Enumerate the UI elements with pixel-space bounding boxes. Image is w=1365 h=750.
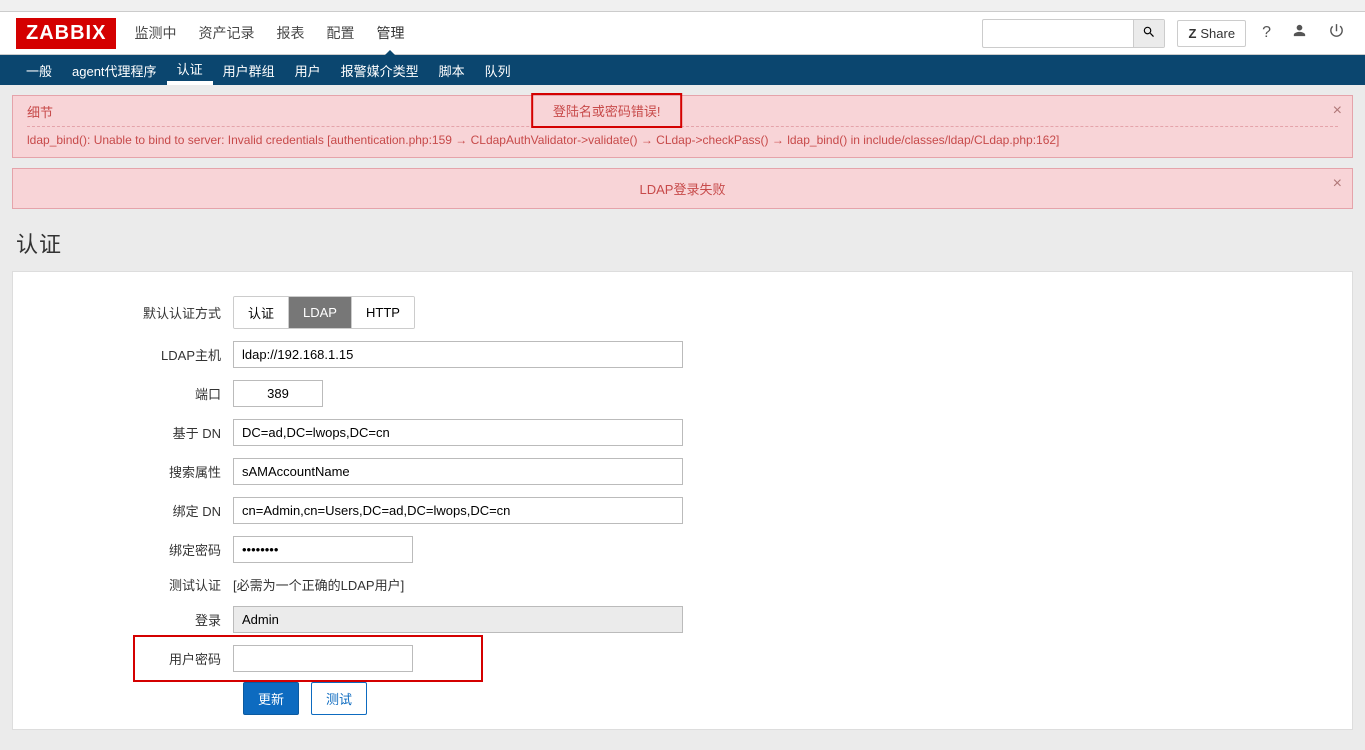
topnav-admin[interactable]: 管理 bbox=[376, 11, 404, 55]
auth-form: 默认认证方式 认证 LDAP HTTP LDAP主机 端口 基于 DN 搜索属性 bbox=[13, 272, 1352, 729]
login-input bbox=[233, 606, 683, 633]
label-user-pw: 用户密码 bbox=[13, 649, 233, 668]
subnav-general[interactable]: 一般 bbox=[16, 55, 62, 85]
bind-pw-input[interactable] bbox=[233, 536, 413, 563]
close-icon[interactable]: × bbox=[1333, 175, 1342, 193]
label-login: 登录 bbox=[13, 610, 233, 629]
topnav-config[interactable]: 配置 bbox=[326, 11, 354, 55]
detail-header: 细节 bbox=[27, 105, 53, 120]
test-auth-note: [必需为一个正确的LDAP用户] bbox=[233, 578, 404, 593]
power-icon bbox=[1328, 22, 1345, 39]
subnav-auth[interactable]: 认证 bbox=[167, 55, 213, 85]
search-input[interactable] bbox=[983, 21, 1133, 46]
help-icon: ? bbox=[1262, 24, 1271, 41]
error-detail-line: ldap_bind(): Unable to bind to server: I… bbox=[27, 133, 1338, 147]
auth-option-http[interactable]: HTTP bbox=[351, 297, 414, 328]
bind-dn-input[interactable] bbox=[233, 497, 683, 524]
error-title: 登陆名或密码错误! bbox=[553, 104, 661, 119]
logout-button[interactable] bbox=[1324, 18, 1349, 48]
auth-option-internal[interactable]: 认证 bbox=[234, 297, 288, 328]
subnav-users[interactable]: 用户 bbox=[285, 55, 331, 85]
share-button[interactable]: Z Share bbox=[1177, 20, 1246, 47]
label-base-dn: 基于 DN bbox=[13, 423, 233, 442]
subnav-queue[interactable]: 队列 bbox=[475, 55, 521, 85]
topbar: ZABBIX 监测中 资产记录 报表 配置 管理 Z Share ? bbox=[0, 12, 1365, 55]
subnav-usergroups[interactable]: 用户群组 bbox=[213, 55, 285, 85]
search-box bbox=[982, 19, 1165, 48]
help-button[interactable]: ? bbox=[1258, 20, 1275, 46]
user-pw-input[interactable] bbox=[233, 645, 413, 672]
label-default-auth: 默认认证方式 bbox=[13, 303, 233, 322]
base-dn-input[interactable] bbox=[233, 419, 683, 446]
port-input[interactable] bbox=[233, 380, 323, 407]
page-title: 认证 bbox=[16, 227, 1349, 259]
topnav: 监测中 资产记录 报表 配置 管理 bbox=[134, 11, 404, 55]
label-bind-pw: 绑定密码 bbox=[13, 540, 233, 559]
update-button[interactable]: 更新 bbox=[243, 682, 299, 715]
error-box-2: × LDAP登录失败 bbox=[12, 168, 1353, 209]
auth-option-ldap[interactable]: LDAP bbox=[288, 297, 351, 328]
subnav-mediatypes[interactable]: 报警媒介类型 bbox=[331, 55, 429, 85]
search-icon bbox=[1142, 25, 1156, 39]
user-button[interactable] bbox=[1287, 18, 1312, 48]
test-button[interactable]: 测试 bbox=[311, 682, 367, 715]
label-test-auth: 测试认证 bbox=[13, 575, 233, 594]
error2-text: LDAP登录失败 bbox=[640, 182, 726, 197]
error-box-1: × 细节 登陆名或密码错误! ldap_bind(): Unable to bi… bbox=[12, 95, 1353, 158]
topnav-monitoring[interactable]: 监测中 bbox=[134, 11, 176, 55]
logo: ZABBIX bbox=[16, 18, 116, 49]
share-label: Share bbox=[1200, 26, 1235, 41]
error-title-highlight: 登陆名或密码错误! bbox=[531, 93, 683, 128]
label-ldap-host: LDAP主机 bbox=[13, 345, 233, 364]
label-port: 端口 bbox=[13, 384, 233, 403]
form-panel: 默认认证方式 认证 LDAP HTTP LDAP主机 端口 基于 DN 搜索属性 bbox=[12, 271, 1353, 730]
topnav-reports[interactable]: 报表 bbox=[276, 11, 304, 55]
user-icon bbox=[1291, 22, 1308, 39]
subnav-scripts[interactable]: 脚本 bbox=[429, 55, 475, 85]
subnav: 一般 agent代理程序 认证 用户群组 用户 报警媒介类型 脚本 队列 bbox=[0, 55, 1365, 85]
ldap-host-input[interactable] bbox=[233, 341, 683, 368]
search-button[interactable] bbox=[1133, 20, 1164, 47]
subnav-agent[interactable]: agent代理程序 bbox=[62, 55, 167, 85]
label-search-attr: 搜索属性 bbox=[13, 462, 233, 481]
topbar-right: Z Share ? bbox=[982, 18, 1349, 48]
search-attr-input[interactable] bbox=[233, 458, 683, 485]
topnav-inventory[interactable]: 资产记录 bbox=[198, 11, 254, 55]
zabbix-z-icon: Z bbox=[1188, 26, 1196, 41]
auth-type-toggle: 认证 LDAP HTTP bbox=[233, 296, 415, 329]
label-bind-dn: 绑定 DN bbox=[13, 501, 233, 520]
